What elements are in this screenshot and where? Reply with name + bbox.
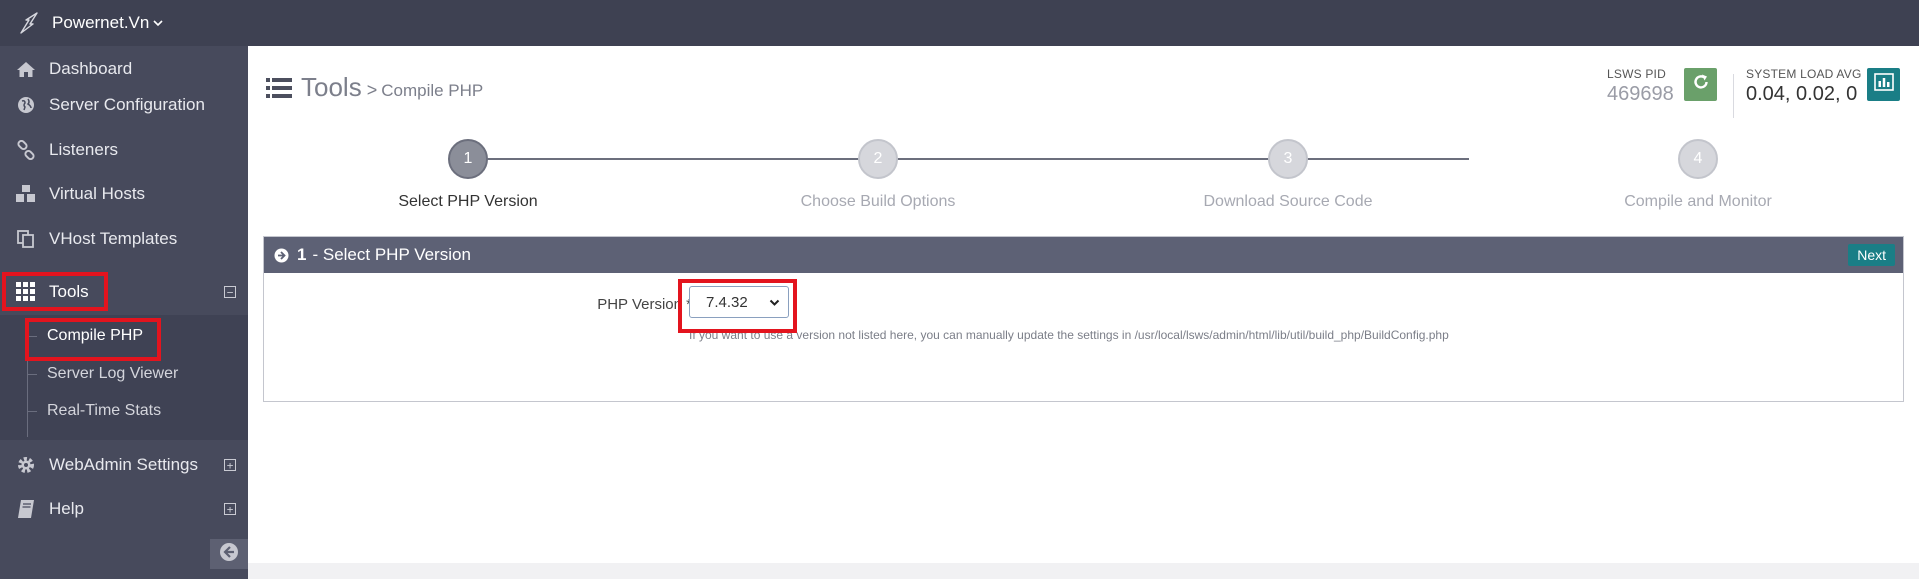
wizard-step-4: 4	[1678, 139, 1718, 179]
arrow-right-circle-icon	[274, 248, 289, 263]
step-number: 1	[463, 150, 473, 167]
list-icon	[266, 77, 292, 98]
wizard-step-2: 2	[858, 139, 898, 179]
chevron-down-icon	[153, 19, 163, 27]
sidebar-item-label: WebAdmin Settings	[49, 455, 198, 474]
page-title: Tools > Compile PHP	[266, 72, 483, 103]
submenu-item-label: Server Log Viewer	[47, 365, 179, 382]
footer-strip	[248, 563, 1919, 579]
sidebar-item-server-configuration[interactable]: Server Configuration	[0, 84, 248, 126]
system-load-label: SYSTEM LOAD AVG	[1746, 67, 1862, 81]
sidebar-item-label: Listeners	[49, 140, 118, 159]
sidebar-item-tools[interactable]: Tools −	[0, 271, 248, 313]
sidebar-item-virtual-hosts[interactable]: Virtual Hosts	[0, 173, 248, 215]
restart-button[interactable]	[1684, 68, 1717, 101]
wizard-step-4-label: Compile and Monitor	[1624, 193, 1772, 210]
gear-icon	[14, 453, 38, 477]
page-subtitle: Compile PHP	[381, 81, 484, 100]
wizard-step-1: 1	[448, 139, 488, 179]
sidebar-item-webadmin-settings[interactable]: WebAdmin Settings +	[0, 444, 248, 486]
home-icon	[14, 57, 38, 81]
realtime-stats-button[interactable]	[1867, 68, 1900, 101]
system-load-value: 0.04, 0.02, 0	[1746, 83, 1858, 105]
sidebar: Dashboard Server Configuration Listeners…	[0, 46, 248, 579]
wizard-step-2-label: Choose Build Options	[800, 193, 956, 210]
copy-icon	[14, 227, 38, 251]
step-number: 4	[1693, 150, 1703, 167]
php-version-value: 7.4.32	[706, 293, 748, 311]
submenu-item-real-time-stats[interactable]: Real-Time Stats	[0, 394, 248, 428]
expand-toggle-icon[interactable]: +	[224, 503, 236, 515]
sidebar-item-listeners[interactable]: Listeners	[0, 129, 248, 171]
sidebar-item-label: Server Configuration	[49, 95, 205, 114]
wizard-step-1-label: Select PHP Version	[398, 193, 538, 210]
sidebar-item-label: Tools	[49, 282, 89, 301]
brand-menu[interactable]: Powernet.Vn	[52, 13, 163, 33]
divider	[1733, 74, 1734, 118]
sidebar-item-vhost-templates[interactable]: VHost Templates	[0, 218, 248, 260]
collapse-toggle-icon[interactable]: −	[224, 286, 236, 298]
expand-toggle-icon[interactable]: +	[224, 459, 236, 471]
wizard-progress-line	[468, 158, 1469, 160]
step-number: 2	[873, 150, 883, 167]
next-button[interactable]: Next	[1848, 244, 1895, 266]
wizard-step-3: 3	[1268, 139, 1308, 179]
tree-tick	[27, 411, 37, 412]
submenu-item-label: Real-Time Stats	[47, 402, 162, 419]
lsws-pid: LSWS PID 469698	[1607, 67, 1674, 106]
grid-icon	[14, 280, 38, 304]
collapse-sidebar-button[interactable]	[210, 539, 248, 569]
main-content: Tools > Compile PHP LSWS PID 469698 SYST…	[248, 46, 1919, 579]
panel-step-number: 1	[297, 245, 307, 264]
tree-tick	[27, 336, 37, 337]
panel-header: 1 - Select PHP Version Next	[264, 237, 1903, 273]
cubes-icon	[14, 182, 38, 206]
php-version-label: PHP Version *	[597, 296, 692, 313]
php-version-select[interactable]: 7.4.32	[689, 286, 789, 318]
lightning-logo-icon	[16, 10, 42, 36]
refresh-icon	[1692, 73, 1710, 96]
system-load-avg: SYSTEM LOAD AVG 0.04, 0.02, 0	[1746, 67, 1861, 106]
chevron-down-icon	[769, 294, 780, 311]
step-number: 3	[1283, 150, 1293, 167]
book-icon	[14, 497, 38, 521]
wizard-step-3-label: Download Source Code	[1203, 193, 1373, 210]
select-php-version-panel: 1 - Select PHP Version Next PHP Version …	[263, 236, 1904, 402]
globe-icon	[14, 93, 38, 117]
page-title-main: Tools	[301, 72, 362, 102]
php-version-help-text: If you want to use a version not listed …	[689, 328, 1449, 342]
top-bar: Powernet.Vn	[0, 0, 1919, 46]
sidebar-item-label: Virtual Hosts	[49, 184, 146, 203]
breadcrumb-separator: >	[366, 80, 378, 100]
sidebar-item-label: Dashboard	[49, 59, 133, 78]
submenu-item-compile-php[interactable]: Compile PHP	[0, 319, 248, 353]
tools-submenu: Compile PHP Server Log Viewer Real-Time …	[0, 315, 248, 440]
link-icon	[14, 138, 38, 162]
submenu-item-label: Compile PHP	[47, 327, 144, 344]
sidebar-item-help[interactable]: Help +	[0, 488, 248, 530]
arrow-left-circle-icon	[219, 542, 239, 567]
tree-tick	[27, 374, 37, 375]
submenu-item-server-log-viewer[interactable]: Server Log Viewer	[0, 357, 248, 391]
sidebar-item-label: VHost Templates	[49, 229, 178, 248]
lsws-pid-value: 469698	[1607, 83, 1674, 105]
bar-chart-icon	[1873, 73, 1894, 96]
brand-name: Powernet.Vn	[52, 13, 150, 32]
lsws-pid-label: LSWS PID	[1607, 67, 1666, 81]
sidebar-item-label: Help	[49, 499, 84, 518]
panel-title: - Select PHP Version	[312, 245, 471, 264]
